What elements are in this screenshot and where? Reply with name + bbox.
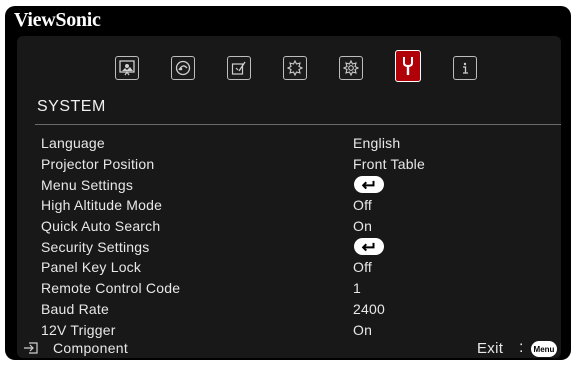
setting-label: Baud Rate <box>41 300 109 317</box>
brand-logo: ViewSonic <box>14 9 101 31</box>
setting-security-settings[interactable]: Security Settings <box>41 236 541 257</box>
setting-value: Off <box>353 259 373 276</box>
setting-value: 2400 <box>353 300 385 317</box>
setting-panel-key-lock[interactable]: Panel Key Lock Off <box>41 257 541 278</box>
settings-icon <box>342 59 360 77</box>
picture-icon <box>119 60 135 76</box>
tab-picture[interactable] <box>115 56 139 80</box>
setting-label: Panel Key Lock <box>41 259 142 276</box>
input-source-icon <box>24 342 38 354</box>
menu-tabs <box>115 46 500 82</box>
input-source-label: Component <box>53 340 129 356</box>
setting-label: Menu Settings <box>41 176 134 193</box>
divider <box>35 124 561 125</box>
tab-information[interactable] <box>453 56 477 80</box>
setting-value: Front Table <box>353 156 425 173</box>
setting-baud-rate[interactable]: Baud Rate 2400 <box>41 299 541 320</box>
exit-separator: : <box>519 339 524 356</box>
setting-label: High Altitude Mode <box>41 197 163 214</box>
advanced-icon <box>286 59 304 77</box>
setting-value: On <box>353 321 373 338</box>
exit-label: Exit <box>477 340 504 357</box>
setting-value: Off <box>353 197 373 214</box>
setting-label: Language <box>41 135 105 152</box>
footer-bar: Component Exit : Menu <box>17 339 561 358</box>
info-icon <box>463 62 468 74</box>
section-title: SYSTEM <box>37 98 106 115</box>
setting-high-altitude-mode[interactable]: High Altitude Mode Off <box>41 195 541 216</box>
setting-language[interactable]: Language English <box>41 133 541 154</box>
setting-label: Security Settings <box>41 238 150 255</box>
setting-value: English <box>353 135 401 152</box>
setting-label: Remote Control Code <box>41 280 181 297</box>
tab-audio[interactable] <box>171 56 195 80</box>
setting-12v-trigger[interactable]: 12V Trigger On <box>41 319 541 340</box>
settings-list: Language English Projector Position Fron… <box>41 133 541 340</box>
osd-menu: ViewSonic SYSTEM Language English Projec… <box>5 6 571 360</box>
setting-projector-position[interactable]: Projector Position Front Table <box>41 154 541 175</box>
setting-value: 1 <box>353 280 361 297</box>
tab-advanced[interactable] <box>283 56 307 80</box>
system-wrench-icon <box>403 57 413 75</box>
enter-button[interactable] <box>354 238 384 256</box>
setting-remote-control-code[interactable]: Remote Control Code 1 <box>41 278 541 299</box>
enter-icon <box>361 243 375 252</box>
display-icon <box>231 61 246 75</box>
setting-quick-auto-search[interactable]: Quick Auto Search On <box>41 216 541 237</box>
setting-label: Projector Position <box>41 156 155 173</box>
setting-label: Quick Auto Search <box>41 218 161 235</box>
tab-settings[interactable] <box>339 56 363 80</box>
enter-icon <box>361 181 375 190</box>
menu-panel: SYSTEM Language English Projector Positi… <box>17 36 561 358</box>
menu-button[interactable]: Menu <box>531 341 557 357</box>
setting-label: 12V Trigger <box>41 321 116 338</box>
tab-display[interactable] <box>227 56 251 80</box>
setting-menu-settings[interactable]: Menu Settings <box>41 174 541 195</box>
audio-icon <box>175 60 191 76</box>
setting-value: On <box>353 218 373 235</box>
tab-system[interactable] <box>395 50 421 82</box>
enter-button[interactable] <box>354 176 384 194</box>
